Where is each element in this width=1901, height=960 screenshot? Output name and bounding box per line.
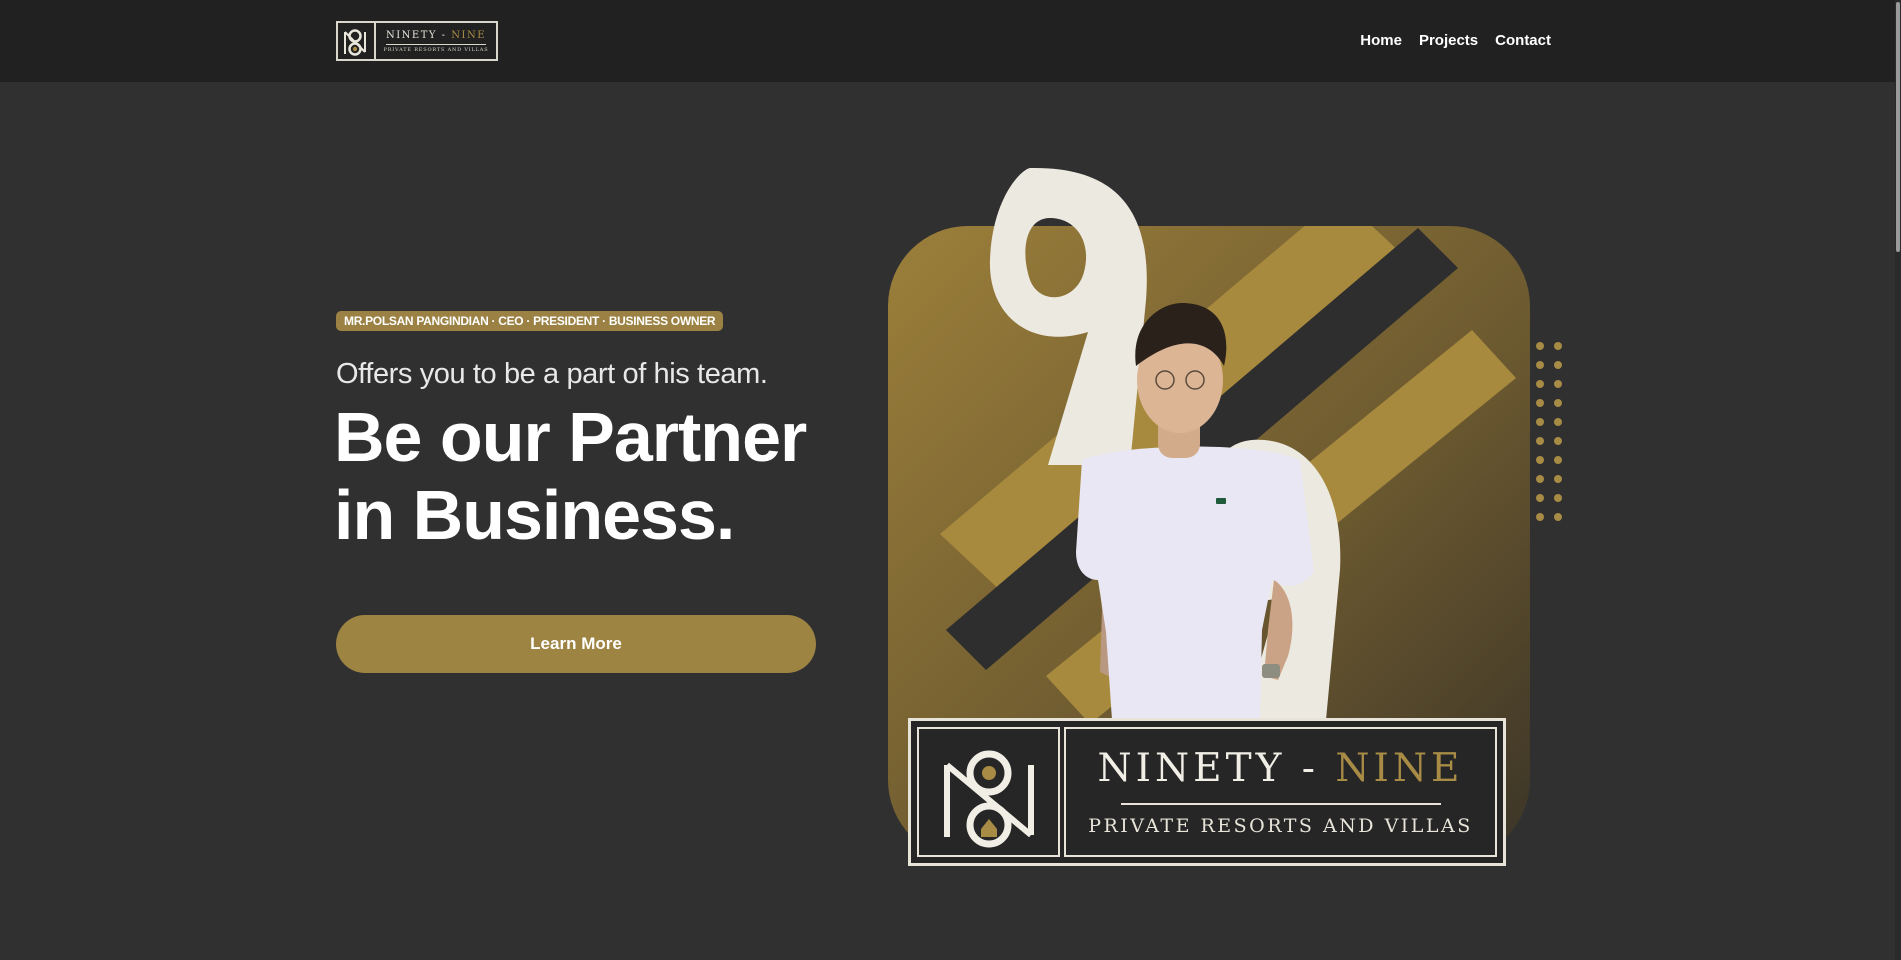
ninety-nine-feature-logo: NINETY - NINE PRIVATE RESORTS AND VILLAS [908,718,1506,866]
headline-line-2: in Business. [334,476,735,554]
site-logo[interactable]: NINETY - NINE PRIVATE RESORTS AND VILLAS [336,21,498,61]
feature-brand: NINETY - NINE [1097,746,1464,791]
ninety-nine-monogram-icon [338,23,376,59]
logo-brand: NINETY - NINE [385,29,486,41]
headline-line-1: Be our Partner [334,398,807,476]
nav-home-link[interactable]: Home [1360,32,1402,49]
hero-subheading: Offers you to be a part of his team. [336,358,768,390]
ceo-badge: MR.POLSAN PANGINDIAN · CEO · PRESIDENT ·… [336,311,724,331]
hero-headline: Be our Partner in Business. [334,398,807,554]
main-nav: Home Projects Contact [1360,32,1551,49]
page-scrollbar[interactable] [1895,0,1901,960]
monogram-icon [917,727,1060,857]
nav-contact-link[interactable]: Contact [1495,32,1551,49]
scrollbar-thumb[interactable] [1896,2,1900,252]
logo-divider [386,43,486,45]
learn-more-button[interactable]: Learn More [336,615,816,673]
feature-divider [1120,803,1441,805]
dot-grid-decoration [1536,342,1562,521]
feature-tagline: PRIVATE RESORTS AND VILLAS [1088,815,1473,837]
nav-projects-link[interactable]: Projects [1419,32,1478,49]
logo-tagline: PRIVATE RESORTS AND VILLAS [383,46,489,53]
logo-wordmark: NINETY - NINE PRIVATE RESORTS AND VILLAS [376,23,496,59]
top-navbar: NINETY - NINE PRIVATE RESORTS AND VILLAS… [0,0,1901,82]
feature-wordmark: NINETY - NINE PRIVATE RESORTS AND VILLAS [1064,727,1497,857]
